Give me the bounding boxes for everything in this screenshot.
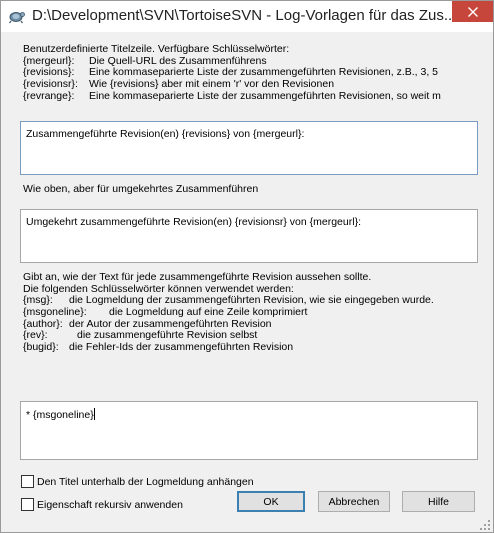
keyword-row: {bugid}: die Fehler-Ids der zusammengefü…	[23, 341, 371, 354]
help-button[interactable]: Hilfe	[402, 491, 475, 512]
checkbox-box[interactable]	[21, 498, 34, 511]
keyword-description: die Logmeldung auf eine Zeile komprimier…	[109, 306, 308, 319]
keyword-row: {msgoneline}: die Logmeldung auf eine Ze…	[23, 306, 371, 319]
title-template-input[interactable]: Zusammengeführte Revision(en) {revisions…	[20, 121, 478, 175]
reverse-title-template-input[interactable]: Umgekehrt zusammengeführte Revision(en) …	[20, 209, 478, 263]
keyword-row: {revrange}: Eine kommaseparierte Liste d…	[23, 89, 441, 103]
title-template-value: Zusammengeführte Revision(en) {revisions…	[26, 128, 305, 140]
cancel-button[interactable]: Abbrechen	[318, 491, 390, 512]
tortoisesvn-app-icon	[9, 12, 25, 24]
dialog-client-area: Benutzerdefinierte Titelzeile. Verfügbar…	[1, 32, 493, 532]
revision-intro-line-1: Gibt an, wie der Text für jede zusammeng…	[23, 271, 372, 283]
keyword-name: {msgoneline}:	[23, 306, 87, 319]
revision-keywords-description: Gibt an, wie der Text für jede zusammeng…	[23, 271, 434, 354]
title-bar[interactable]: D:\Development\SVN\TortoiseSVN - Log-Vor…	[1, 1, 493, 32]
title-intro-text: Benutzerdefinierte Titelzeile. Verfügbar…	[23, 43, 290, 55]
keyword-name: {revisionsr}:	[23, 78, 78, 91]
keyword-name: {revrange}:	[23, 89, 75, 102]
keyword-description: die Fehler-Ids der zusammengeführten Rev…	[69, 341, 294, 354]
revision-template-content: * {msgoneline}	[26, 408, 95, 421]
ok-button[interactable]: OK	[237, 491, 305, 512]
append-title-below-checkbox[interactable]: Den Titel unterhalb der Logmeldung anhän…	[21, 475, 254, 488]
append-title-below-label: Den Titel unterhalb der Logmeldung anhän…	[37, 475, 254, 488]
title-keywords-description: Benutzerdefinierte Titelzeile. Verfügbar…	[23, 43, 441, 103]
revision-intro-line-2: Die folgenden Schlüsselwörter können ver…	[23, 282, 294, 295]
close-button[interactable]	[452, 1, 493, 22]
window-title: D:\Development\SVN\TortoiseSVN - Log-Vor…	[32, 7, 452, 24]
close-icon	[467, 6, 478, 17]
keyword-row: {revisionsr}: Wie {revisions} aber mit e…	[23, 78, 334, 91]
checkbox-box[interactable]	[21, 475, 34, 488]
recursive-label: Eigenschaft rekursiv anwenden	[37, 498, 183, 511]
keyword-name: {bugid}:	[23, 341, 59, 354]
dialog-window: D:\Development\SVN\TortoiseSVN - Log-Vor…	[0, 0, 494, 533]
resize-grip-icon[interactable]	[479, 519, 491, 531]
reverse-merge-label: Wie oben, aber für umgekehrtes Zusammenf…	[23, 183, 259, 195]
keyword-description: Eine kommaseparierte Liste der zusammeng…	[89, 89, 441, 102]
reverse-title-template-value: Umgekehrt zusammengeführte Revision(en) …	[26, 216, 361, 228]
revision-template-value: * {msgoneline}	[26, 409, 94, 421]
revision-template-input[interactable]: * {msgoneline}	[20, 401, 478, 460]
recursive-checkbox[interactable]: Eigenschaft rekursiv anwenden	[21, 498, 183, 511]
text-caret	[93, 408, 95, 420]
keyword-description: Wie {revisions} aber mit einem 'r' vor d…	[89, 78, 335, 91]
